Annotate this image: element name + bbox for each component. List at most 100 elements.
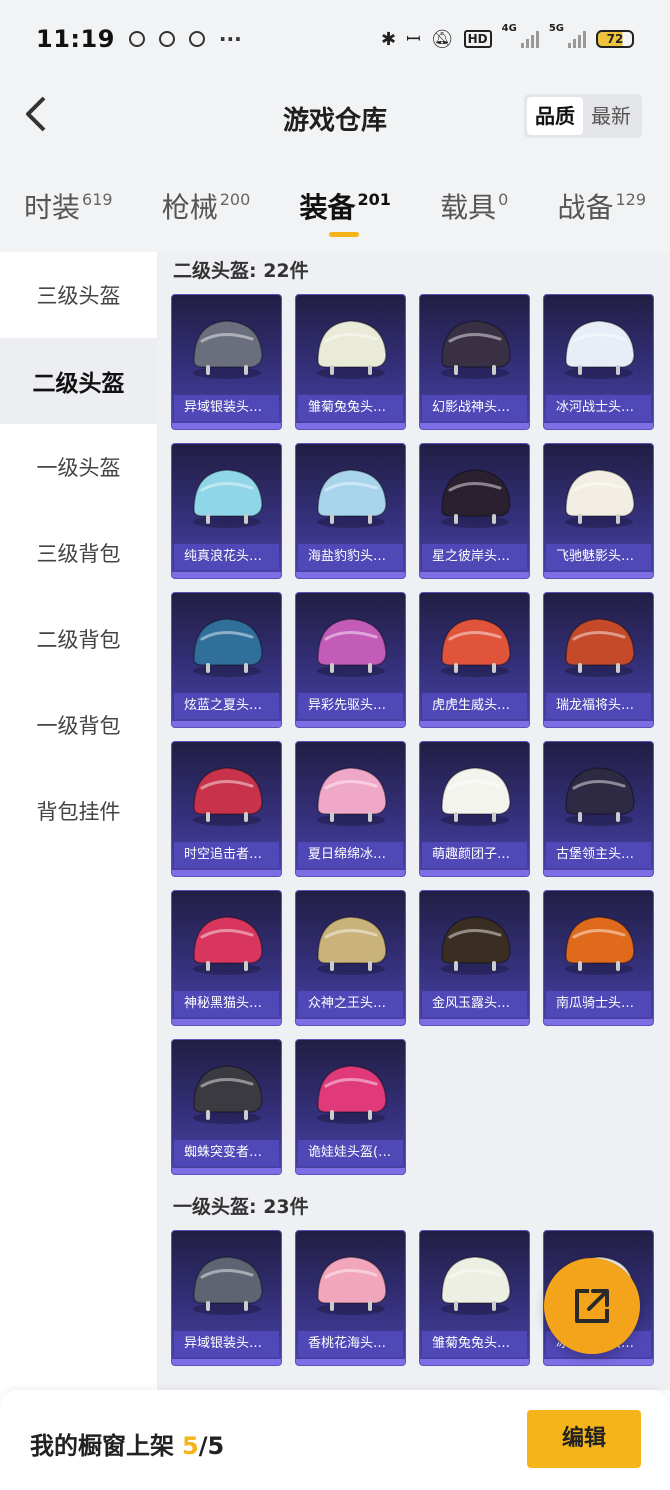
status-time: 11:19 <box>36 25 115 53</box>
helmet-item-card[interactable]: 金风玉露头… <box>419 890 530 1026</box>
mute-bell-icon: 🔕︎ <box>430 28 454 50</box>
item-name: 虎虎生威头… <box>422 693 527 719</box>
rarity-bar <box>296 721 405 727</box>
helmet-item-card[interactable]: 夏日绵绵冰… <box>295 741 406 877</box>
helmet-item-card[interactable]: 萌趣颜团子… <box>419 741 530 877</box>
helmet-icon <box>317 320 387 379</box>
helmet-icon <box>193 1065 263 1124</box>
helmet-item-card[interactable]: 神秘黑猫头… <box>171 890 282 1026</box>
rarity-bar <box>296 1359 405 1365</box>
more-notifications-icon: ··· <box>218 27 242 51</box>
tab-count: 129 <box>615 190 646 209</box>
helmet-item-card[interactable]: 异域银装头… <box>171 1230 282 1366</box>
rarity-bar <box>544 423 653 429</box>
helmet-item-card[interactable]: 飞驰魅影头… <box>543 443 654 579</box>
sidebar-item-level3-helmet[interactable]: 三级头盔 <box>0 252 157 338</box>
item-name: 异域银装头… <box>174 395 279 421</box>
app-notification-icon <box>128 31 145 47</box>
helmet-icon <box>565 618 635 677</box>
helmet-item-card[interactable]: 虎虎生威头… <box>419 592 530 728</box>
helmet-icon <box>193 618 263 677</box>
helmet-item-card[interactable]: 古堡领主头… <box>543 741 654 877</box>
active-tab-indicator <box>329 232 360 237</box>
tab-vehicles[interactable]: 载具 0 <box>440 156 508 252</box>
bluetooth-icon: ✱ <box>381 28 397 50</box>
helmet-item-card[interactable]: 雏菊兔兔头… <box>295 294 406 430</box>
back-button[interactable] <box>14 92 58 136</box>
header: 游戏仓库 品质 最新 <box>0 78 670 156</box>
helmet-icon <box>317 618 387 677</box>
helmet-item-card[interactable]: 香桃花海头… <box>295 1230 406 1366</box>
sidebar-item-level2-helmet[interactable]: 二级头盔 <box>0 338 157 424</box>
helmet-item-card[interactable]: 诡娃娃头盔(… <box>295 1039 406 1175</box>
item-name: 金风玉露头… <box>422 991 527 1017</box>
helmet-icon <box>441 469 511 528</box>
helmet-item-card[interactable]: 异域银装头… <box>171 294 282 430</box>
showcase-count: 5 <box>182 1432 199 1460</box>
helmet-item-card[interactable]: 时空追击者… <box>171 741 282 877</box>
tab-weapons[interactable]: 枪械 200 <box>162 156 251 252</box>
rarity-bar <box>172 1019 281 1025</box>
sort-quality-button[interactable]: 品质 <box>527 97 583 135</box>
rarity-bar <box>420 870 529 876</box>
item-name: 香桃花海头… <box>298 1331 403 1357</box>
helmet-item-card[interactable]: 瑞龙福将头… <box>543 592 654 728</box>
item-name: 幻影战神头… <box>422 395 527 421</box>
item-name: 古堡领主头… <box>546 842 651 868</box>
helmet-item-card[interactable]: 炫蓝之夏头… <box>171 592 282 728</box>
category-tabs: 时装 619 枪械 200 装备 201 载具 0 战备 129 <box>0 156 670 252</box>
helmet-item-card[interactable]: 南瓜骑士头… <box>543 890 654 1026</box>
rarity-bar <box>544 1359 653 1365</box>
sidebar-item-level1-helmet[interactable]: 一级头盔 <box>0 424 157 510</box>
helmet-item-card[interactable]: 异彩先驱头… <box>295 592 406 728</box>
sidebar-item-level1-backpack[interactable]: 一级背包 <box>0 682 157 768</box>
battery-icon: 72 <box>596 30 634 48</box>
share-icon <box>575 1289 609 1323</box>
showcase-label: 我的橱窗上架 <box>30 1432 174 1460</box>
item-name: 纯真浪花头… <box>174 544 279 570</box>
rarity-bar <box>296 1168 405 1174</box>
item-name: 夏日绵绵冰… <box>298 842 403 868</box>
helmet-icon <box>317 1256 387 1315</box>
rarity-bar <box>544 1019 653 1025</box>
tab-count: 619 <box>82 190 113 209</box>
sidebar-item-level2-backpack[interactable]: 二级背包 <box>0 596 157 682</box>
helmet-item-card[interactable]: 海盐豹豹头… <box>295 443 406 579</box>
tab-equipment[interactable]: 装备 201 <box>299 156 391 252</box>
rarity-bar <box>420 572 529 578</box>
item-name: 冰河战士头… <box>546 395 651 421</box>
rarity-bar <box>420 1359 529 1365</box>
helmet-item-card[interactable]: 冰河战士头… <box>543 294 654 430</box>
helmet-item-card[interactable]: 星之彼岸头… <box>419 443 530 579</box>
helmet-item-card[interactable]: 雏菊兔兔头… <box>419 1230 530 1366</box>
helmet-item-card[interactable]: 蜘蛛突变者… <box>171 1039 282 1175</box>
section-title: 二级头盔: 22件 <box>173 260 309 282</box>
tab-label: 战备 <box>557 191 614 224</box>
edit-button[interactable]: 编辑 <box>527 1410 641 1468</box>
item-name: 众神之王头… <box>298 991 403 1017</box>
helmet-icon <box>441 767 511 826</box>
rarity-bar <box>172 870 281 876</box>
helmet-icon <box>193 469 263 528</box>
sort-newest-button[interactable]: 最新 <box>583 97 639 135</box>
sidebar-item-backpack-charm[interactable]: 背包挂件 <box>0 768 157 854</box>
tab-fashion[interactable]: 时装 619 <box>24 156 113 252</box>
item-name: 海盐豹豹头… <box>298 544 403 570</box>
helmet-item-card[interactable]: 幻影战神头… <box>419 294 530 430</box>
rarity-bar <box>544 572 653 578</box>
sidebar-item-level3-backpack[interactable]: 三级背包 <box>0 510 157 596</box>
tab-label: 载具 <box>440 191 497 224</box>
tab-supplies[interactable]: 战备 129 <box>557 156 646 252</box>
tab-label: 枪械 <box>161 191 218 224</box>
item-grid: 二级头盔: 22件异域银装头… 雏菊兔兔头… 幻影战神头… 冰河战士头… 纯真浪花头… 海… <box>157 252 670 1390</box>
helmet-icon <box>317 916 387 975</box>
tab-count: 201 <box>357 190 391 209</box>
helmet-icon <box>565 767 635 826</box>
helmet-item-card[interactable]: 纯真浪花头… <box>171 443 282 579</box>
share-button[interactable] <box>544 1258 640 1354</box>
helmet-icon <box>193 767 263 826</box>
helmet-item-card[interactable]: 众神之王头… <box>295 890 406 1026</box>
item-name: 雏菊兔兔头… <box>298 395 403 421</box>
network-type: 4G <box>501 23 517 34</box>
subcategory-sidebar: 三级头盔 二级头盔 一级头盔 三级背包 二级背包 一级背包 背包挂件 <box>0 252 157 1390</box>
